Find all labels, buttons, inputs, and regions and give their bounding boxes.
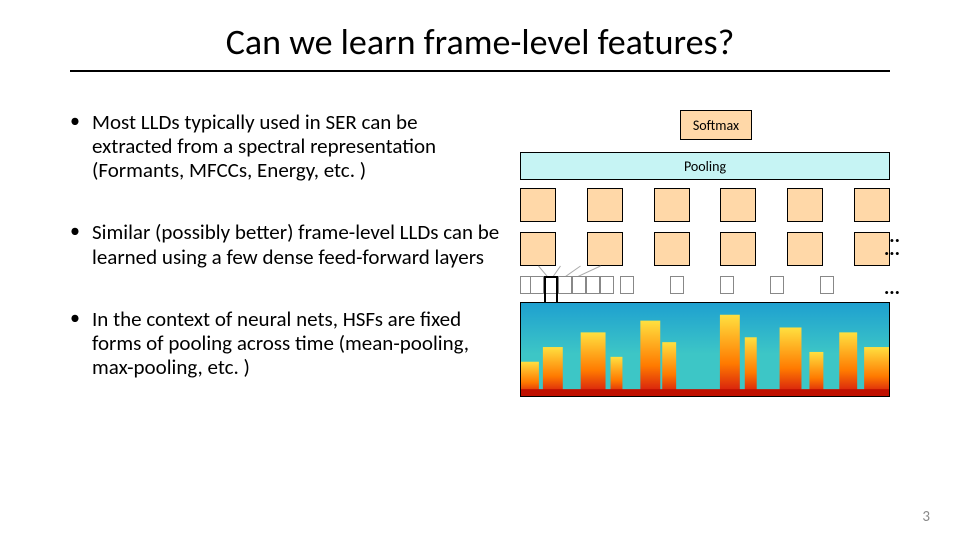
dense-unit (787, 232, 823, 266)
softmax-box: Softmax (680, 110, 752, 140)
bullet-item: Most LLDs typically used in SER can be e… (70, 110, 502, 182)
ellipsis-icon: ... (884, 237, 900, 261)
frame-slot (558, 276, 572, 294)
frame-slot (720, 276, 734, 294)
frame-slot (572, 276, 586, 294)
dense-unit (654, 188, 690, 222)
spectrogram-svg (521, 303, 889, 396)
title-underline: Can we learn frame-level features? (70, 20, 890, 72)
frame-slot (770, 276, 784, 294)
dense-layer-row: ... (520, 232, 890, 266)
bullet-item: Similar (possibly better) frame-level LL… (70, 220, 502, 268)
dense-unit (587, 232, 623, 266)
frame-row: ... (520, 276, 890, 294)
frame-slot (586, 276, 600, 294)
dense-unit (654, 232, 690, 266)
dense-unit (520, 188, 556, 222)
frame-slot (620, 276, 634, 294)
page-number: 3 (922, 508, 930, 526)
content-row: Most LLDs typically used in SER can be e… (70, 110, 890, 460)
frame-slot (670, 276, 684, 294)
spectrogram (520, 302, 890, 397)
frame-slot (530, 276, 544, 294)
dense-unit (787, 188, 823, 222)
dense-layer-row: ... (520, 188, 890, 222)
architecture-diagram: Softmax Pooling ... ... (520, 110, 890, 460)
dense-unit (854, 188, 890, 222)
dense-unit (720, 232, 756, 266)
frame-slot (820, 276, 834, 294)
bullet-item: In the context of neural nets, HSFs are … (70, 307, 502, 379)
ellipsis-icon: ... (884, 276, 900, 300)
dense-unit (587, 188, 623, 222)
bullet-list: Most LLDs typically used in SER can be e… (70, 110, 502, 460)
dense-unit (520, 232, 556, 266)
slide: Can we learn frame-level features? Most … (0, 0, 960, 540)
dense-unit (720, 188, 756, 222)
frame-slot (600, 276, 614, 294)
slide-title: Can we learn frame-level features? (226, 20, 735, 64)
pooling-box: Pooling (520, 152, 890, 180)
